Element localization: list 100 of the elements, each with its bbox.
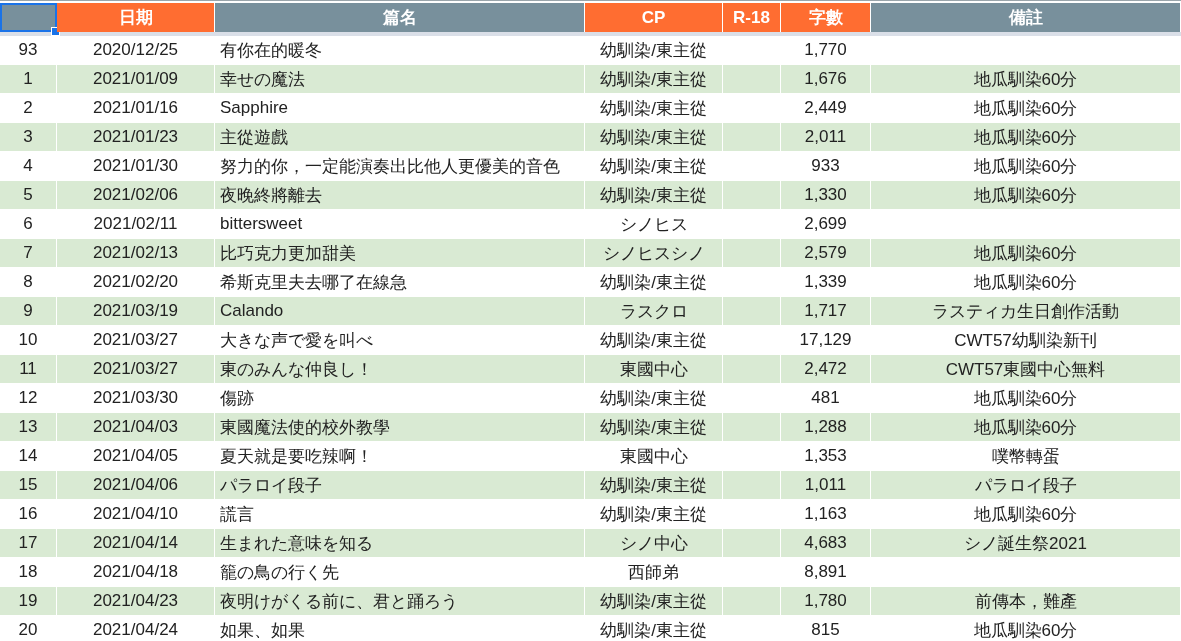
date-cell: 2021/02/13 [92,243,179,263]
date-cell: 2021/04/23 [92,591,179,611]
date-cell: 2021/03/30 [92,388,179,408]
word-count-cell: 2,579 [804,243,847,263]
row-number: 8 [23,272,33,292]
title-cell-text: 如果、如果 [220,619,305,641]
title-cell-text: 大きな声で愛を叫べ [220,329,373,352]
cp-cell-text: 幼馴染/東主從 [600,155,707,178]
note-cell-text: 地瓜馴染60分 [973,503,1078,526]
row-number: 17 [18,533,38,553]
word-count-cell: 1,770 [804,40,847,60]
word-count-cell: 933 [811,156,840,176]
row-number: 1 [23,69,33,89]
cp-cell-text: 幼馴染/東主從 [600,271,707,294]
word-count-cell: 8,891 [804,562,847,582]
cp-cell-text: シノヒスシノ [602,242,705,265]
row-number: 93 [18,40,38,60]
row-number: 13 [18,417,38,437]
cp-cell-text: 東國中心 [619,445,688,468]
row-number: 18 [18,562,38,582]
cp-cell-text: 幼馴染/東主從 [600,329,707,352]
note-cell-text: 地瓜馴染60分 [973,387,1078,410]
word-count-cell: 1,163 [804,504,847,524]
date-cell: 2021/01/09 [92,69,179,89]
note-cell-text: シノ誕生祭2021 [964,532,1087,555]
row-number: 11 [19,359,37,379]
cp-cell-text: 東國中心 [619,358,688,381]
note-cell-text: 地瓜馴染60分 [973,184,1078,207]
note-cell-text: 地瓜馴染60分 [973,126,1078,149]
row-number: 12 [18,388,38,408]
cp-cell-text: 幼馴染/東主從 [600,97,707,120]
column-header[interactable]: 字數 [781,3,871,32]
date-cell: 2021/04/14 [92,533,179,553]
title-cell-text: パラロイ段子 [220,474,322,497]
date-cell: 2021/04/24 [92,620,179,640]
row-number: 16 [18,504,38,524]
row-number: 7 [23,243,33,263]
title-cell-text: 籠の鳥の行く先 [220,561,339,584]
date-cell: 2021/01/16 [92,98,179,118]
cp-cell-text: ラスクロ [619,300,688,323]
row-number: 15 [18,475,38,495]
note-cell-text: 地瓜馴染60分 [973,416,1078,439]
cp-cell-text: 幼馴染/東主從 [600,126,707,149]
word-count-cell: 2,449 [804,98,847,118]
word-count-cell: 4,683 [804,533,847,553]
row-number: 20 [18,620,38,640]
title-cell: bittersweet [220,214,303,234]
note-cell-text: 前傳本，難產 [974,590,1077,613]
column-header[interactable]: R-18 [723,3,781,32]
title-cell: Calando [220,301,284,321]
column-header[interactable]: 篇名 [215,3,585,32]
date-cell: 2021/02/06 [92,185,179,205]
cp-cell-text: 幼馴染/東主從 [600,68,707,91]
column-header[interactable]: CP [585,3,723,32]
title-cell-text: 東國魔法使的校外教學 [220,416,390,439]
date-cell: 2021/03/27 [92,359,179,379]
date-cell: 2021/01/23 [92,127,179,147]
title-cell-text: 有你在的暖冬 [220,39,322,62]
note-cell-text: 地瓜馴染60分 [973,155,1078,178]
cp-cell-text: シノ中心 [619,532,688,555]
cp-cell-text: 幼馴染/東主從 [600,416,707,439]
title-cell-text: 生まれた意味を知る [220,532,373,555]
note-cell-text: ラスティカ生日創作活動 [932,300,1119,323]
note-cell-text: 地瓜馴染60分 [973,242,1078,265]
word-count-cell: 2,011 [804,127,847,147]
row-number: 9 [23,301,33,321]
word-count-cell: 2,472 [804,359,847,379]
row-number: 10 [18,330,38,350]
date-cell: 2021/03/27 [92,330,179,350]
date-cell: 2020/12/25 [92,40,179,60]
cp-cell-text: 幼馴染/東主從 [600,503,707,526]
note-cell-text: CWT57幼馴染新刊 [954,329,1097,352]
title-cell-text: 比巧克力更加甜美 [220,242,356,265]
date-cell: 2021/01/30 [92,156,179,176]
title-cell: Sapphire [220,98,289,118]
cp-cell-text: シノヒス [619,213,688,236]
row-number: 4 [23,156,33,176]
row-number: 2 [23,98,33,118]
row-number: 5 [23,185,33,205]
cp-cell-text: 幼馴染/東主從 [600,184,707,207]
date-cell: 2021/04/06 [92,475,179,495]
title-cell-text: 夏天就是要吃辣啊！ [220,445,373,468]
word-count-cell: 1,330 [804,185,847,205]
note-cell-text: 地瓜馴染60分 [973,97,1078,120]
row-number: 14 [18,446,38,466]
title-cell-text: 夜明けがくる前に、君と踊ろう [220,590,458,613]
cp-cell-text: 幼馴染/東主從 [600,474,707,497]
row-number: 6 [23,214,33,234]
word-count-cell: 1,353 [804,446,847,466]
word-count-cell: 1,339 [804,272,847,292]
date-cell: 2021/04/03 [92,417,179,437]
column-header[interactable]: 備註 [871,3,1181,32]
column-header[interactable]: 日期 [57,3,215,32]
row-number: 19 [18,591,38,611]
title-cell-text: 東のみんな仲良し！ [220,358,373,381]
note-cell-text: パラロイ段子 [974,474,1077,497]
title-cell-text: 幸せの魔法 [220,68,305,91]
word-count-cell: 815 [811,620,840,640]
cp-cell-text: 幼馴染/東主從 [600,387,707,410]
date-cell: 2021/02/20 [92,272,179,292]
